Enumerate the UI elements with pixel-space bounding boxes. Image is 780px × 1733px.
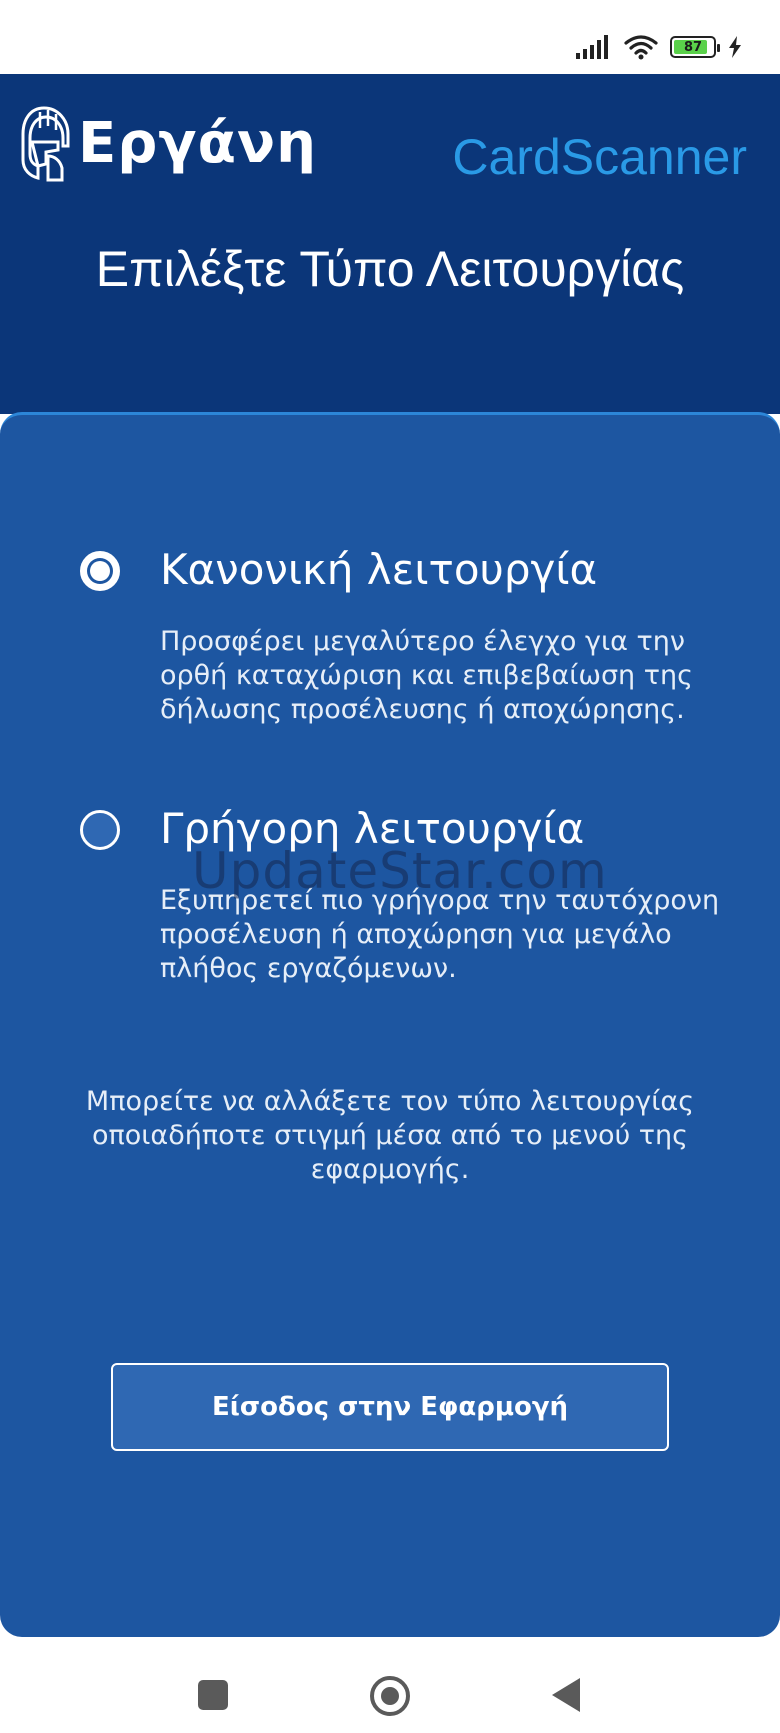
- ergani-logo: Εργάνη: [18, 104, 317, 182]
- helmet-logo-icon: [21, 106, 70, 182]
- battery-icon: 87: [670, 36, 720, 58]
- wifi-icon: [624, 35, 658, 60]
- page-title: Επιλέξτε Τύπο Λειτουργίας: [95, 241, 685, 297]
- option-fast-description: Εξυπηρετεί πιο γρήγορα την ταυτόχρονη πρ…: [160, 885, 720, 984]
- recent-apps-icon[interactable]: [198, 1680, 228, 1710]
- back-icon[interactable]: [552, 1678, 580, 1712]
- radio-normal-mode[interactable]: [80, 551, 120, 591]
- status-bar: 87: [0, 0, 780, 74]
- status-icons: 87: [576, 34, 742, 60]
- signal-icon: [576, 35, 608, 59]
- battery-level: 87: [683, 39, 703, 55]
- option-fast-title[interactable]: Γρήγορη λειτουργία: [160, 804, 584, 853]
- enter-app-button[interactable]: Είσοδος στην Εφαρμογή: [111, 1363, 669, 1451]
- radio-fast-mode[interactable]: [80, 810, 120, 850]
- option-normal-title[interactable]: Κανονική λειτουργία: [160, 545, 597, 594]
- logo-text: Εργάνη: [78, 110, 317, 176]
- navigation-bar: [0, 1640, 780, 1733]
- charging-icon: [729, 36, 741, 58]
- home-icon[interactable]: [370, 1676, 410, 1716]
- mode-selection-card: Κανονική λειτουργία Προσφέρει μεγαλύτερο…: [0, 412, 780, 1637]
- info-text: Μπορείτε να αλλάξετε τον τύπο λειτουργία…: [85, 1086, 695, 1185]
- app-name: CardScanner: [452, 129, 747, 185]
- option-normal-description: Προσφέρει μεγαλύτερο έλεγχο για την ορθή…: [160, 626, 693, 725]
